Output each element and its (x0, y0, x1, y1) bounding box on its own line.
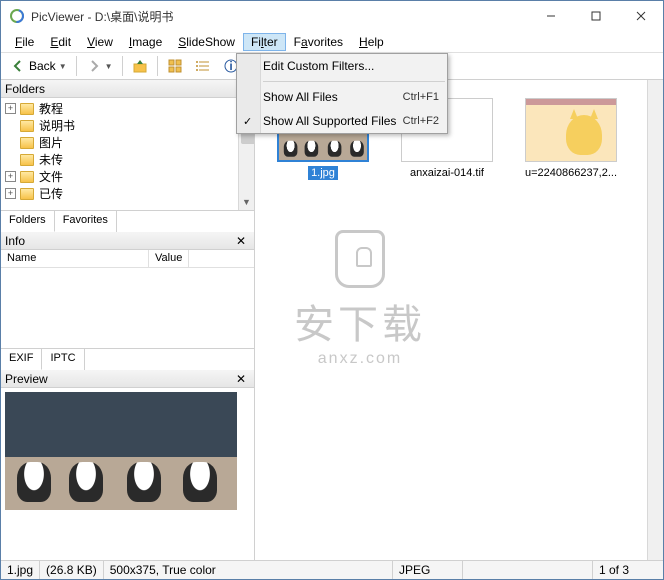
forward-button[interactable]: ▼ (81, 55, 118, 77)
info-panel-header: Info ✕ (1, 232, 254, 250)
tab-favorites[interactable]: Favorites (55, 211, 117, 232)
scrollbar[interactable] (647, 80, 663, 560)
content-area: 1.jpg anxaizai-014.tif u=2240866237,2... (255, 80, 663, 560)
minimize-button[interactable] (528, 2, 573, 31)
expand-icon (5, 154, 16, 165)
check-icon: ✓ (243, 115, 252, 128)
expand-icon[interactable]: + (5, 188, 16, 199)
tree-item[interactable]: 图片 (5, 134, 250, 151)
tree-item[interactable]: +教程 (5, 100, 250, 117)
folders-title: Folders (5, 82, 45, 96)
status-count: 1 of 3 (593, 561, 663, 579)
tree-item[interactable]: +已传 (5, 185, 250, 202)
preview-panel-header: Preview ✕ (1, 370, 254, 388)
status-empty (463, 561, 593, 579)
window-title: PicViewer - D:\桌面\说明书 (31, 8, 528, 25)
expand-icon (5, 120, 16, 131)
thumbnail-label: anxaizai-014.tif (407, 166, 487, 180)
back-label: Back (29, 59, 56, 73)
thumbnail-label: 1.jpg (308, 166, 338, 180)
menu-show-all-files[interactable]: Show All FilesCtrl+F1 (237, 85, 447, 109)
menu-edit-filters[interactable]: Edit Custom Filters... (237, 54, 447, 78)
expand-icon[interactable]: + (5, 171, 16, 182)
maximize-button[interactable] (573, 2, 618, 31)
tab-exif[interactable]: EXIF (1, 349, 42, 370)
status-type: JPEG (393, 561, 463, 579)
tab-folders[interactable]: Folders (1, 211, 55, 232)
menu-filter[interactable]: Filter (243, 33, 286, 51)
menu-file[interactable]: File (7, 33, 42, 51)
menubar: File Edit View Image SlideShow Filter Fa… (1, 31, 663, 53)
menu-separator (263, 81, 445, 82)
menu-show-supported-files[interactable]: ✓Show All Supported FilesCtrl+F2 (237, 109, 447, 133)
tab-iptc[interactable]: IPTC (42, 349, 84, 370)
toolbar-separator (157, 56, 158, 76)
folder-icon (20, 171, 34, 183)
preview-title: Preview (5, 372, 48, 386)
status-dimensions: 500x375, True color (104, 561, 393, 579)
menu-slideshow[interactable]: SlideShow (170, 33, 243, 51)
filter-dropdown: Edit Custom Filters... Show All FilesCtr… (236, 53, 448, 134)
info-title: Info (5, 234, 25, 248)
chevron-down-icon: ▼ (59, 62, 67, 71)
view-thumbnails-button[interactable] (162, 55, 188, 77)
up-folder-button[interactable] (127, 55, 153, 77)
folder-icon (20, 137, 34, 149)
back-button[interactable]: Back ▼ (5, 55, 72, 77)
toolbar-separator (76, 56, 77, 76)
menu-view[interactable]: View (79, 33, 121, 51)
thumbnail-item[interactable]: u=2240866237,2... (521, 98, 621, 180)
chevron-down-icon: ▼ (105, 62, 113, 71)
thumbnail-label: u=2240866237,2... (522, 166, 620, 180)
titlebar: PicViewer - D:\桌面\说明书 (1, 1, 663, 31)
tree-item[interactable]: 说明书 (5, 117, 250, 134)
menu-edit[interactable]: Edit (42, 33, 79, 51)
folder-icon (20, 120, 34, 132)
info-col-name[interactable]: Name (1, 250, 149, 267)
folder-icon (20, 188, 34, 200)
folder-icon (20, 103, 34, 115)
thumbnail-image[interactable] (525, 98, 617, 162)
info-col-value[interactable]: Value (149, 250, 189, 267)
expand-icon[interactable]: + (5, 103, 16, 114)
menu-favorites[interactable]: Favorites (286, 33, 351, 51)
folder-icon (20, 154, 34, 166)
view-list-button[interactable] (190, 55, 216, 77)
status-filename: 1.jpg (1, 561, 40, 579)
close-button[interactable] (618, 2, 663, 31)
scroll-down-icon[interactable]: ▼ (239, 194, 254, 210)
close-icon[interactable]: ✕ (232, 372, 250, 386)
info-panel: Name Value (1, 250, 254, 348)
menu-image[interactable]: Image (121, 33, 170, 51)
close-icon[interactable]: ✕ (232, 234, 250, 248)
status-filesize: (26.8 KB) (40, 561, 104, 579)
app-icon (9, 8, 25, 24)
tree-item[interactable]: +文件 (5, 168, 250, 185)
expand-icon (5, 137, 16, 148)
menu-help[interactable]: Help (351, 33, 392, 51)
toolbar-separator (122, 56, 123, 76)
folders-tree: +教程 说明书 图片 未传 +文件 +已传 ▲ ▼ (1, 98, 254, 210)
svg-text:i: i (229, 59, 232, 73)
preview-image (5, 392, 237, 510)
folders-panel-header: Folders ✕ (1, 80, 254, 98)
preview-panel (1, 388, 254, 560)
statusbar: 1.jpg (26.8 KB) 500x375, True color JPEG… (1, 560, 663, 579)
tree-item[interactable]: 未传 (5, 151, 250, 168)
